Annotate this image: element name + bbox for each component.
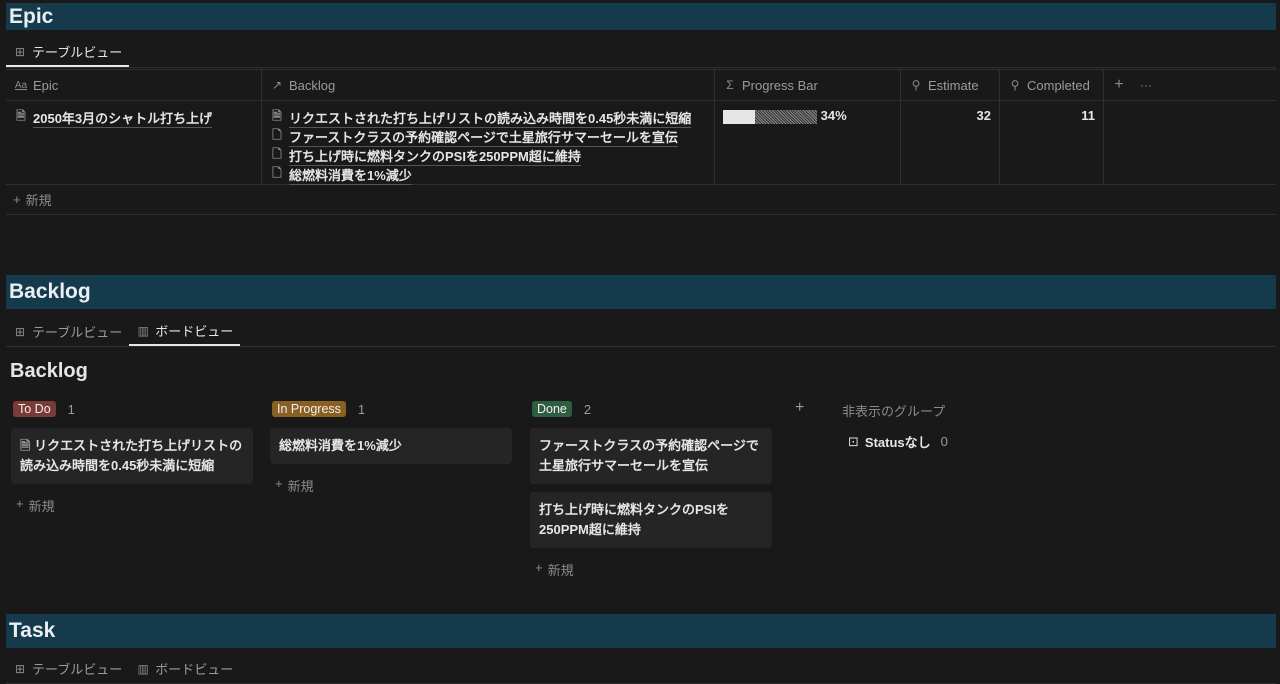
table-icon: ⊞	[14, 324, 26, 339]
board-column-todo: To Do 1 🗎 リクエストされた打ち上げリストの読み込み時間を0.45秒未満に…	[11, 398, 253, 515]
board-column-in-progress: In Progress 1 総燃料消費を1%減少 + 新規	[270, 398, 512, 495]
tab-task-table-view[interactable]: ⊞ テーブルビュー	[6, 654, 129, 683]
epic-link[interactable]: 🗎 2050年3月のシャトル打ち上げ	[14, 108, 253, 128]
inbox-icon: ⊡	[848, 433, 859, 449]
sigma-icon: Σ	[726, 78, 734, 92]
status-badge: To Do	[13, 401, 56, 417]
backlog-header: Backlog	[6, 275, 1276, 309]
board-card[interactable]: 🗎 リクエストされた打ち上げリストの読み込み時間を0.45秒未満に短縮	[11, 428, 253, 484]
backlog-link[interactable]: 🗋 打ち上げ時に燃料タンクのPSIを250PPM超に維持	[270, 146, 706, 166]
board-card[interactable]: ファーストクラスの予約確認ページで土星旅行サマーセールを宣伝	[530, 428, 772, 484]
page-icon: 🗋	[272, 128, 282, 142]
status-badge: In Progress	[272, 401, 346, 417]
completed-value: 11	[1000, 101, 1104, 184]
page-icon: 🗋	[272, 166, 282, 180]
backlog-link[interactable]: 🗋 ファーストクラスの予約確認ページで土星旅行サマーセールを宣伝	[270, 127, 706, 147]
board-title: Backlog	[10, 360, 88, 382]
tab-backlog-table-view[interactable]: ⊞ テーブルビュー	[6, 317, 129, 346]
add-column-icon[interactable]: +	[1112, 76, 1126, 93]
page-icon: 🗎	[20, 438, 35, 453]
board-icon: ▥	[137, 661, 149, 676]
column-header-epic[interactable]: Aa Epic	[6, 69, 262, 100]
column-header-progress[interactable]: Σ Progress Bar	[715, 69, 901, 100]
tab-backlog-board-view[interactable]: ▥ ボードビュー	[129, 317, 241, 346]
column-header-completed[interactable]: ⚲ Completed	[1000, 69, 1104, 100]
board-card[interactable]: 総燃料消費を1%減少	[270, 428, 512, 464]
status-badge: Done	[532, 401, 572, 417]
tab-task-board-view[interactable]: ▥ ボードビュー	[129, 654, 240, 683]
hidden-groups-label: 非表示のグループ	[842, 404, 946, 419]
column-header-estimate[interactable]: ⚲ Estimate	[901, 69, 1000, 100]
tab-epic-table-view[interactable]: ⊞ テーブルビュー	[6, 38, 130, 67]
new-row-button[interactable]: + 新規	[6, 185, 1276, 215]
epic-table: Aa Epic ↗ Backlog Σ Progress Bar ⚲ Estimate …	[6, 69, 1276, 215]
new-card-button[interactable]: + 新規	[270, 476, 512, 495]
page-icon: 🗋	[272, 147, 282, 161]
table-icon: ⊞	[14, 44, 26, 59]
progress-label: 34%	[820, 108, 847, 123]
search-icon: ⚲	[911, 78, 921, 92]
table-row[interactable]: 🗎 2050年3月のシャトル打ち上げ 🗎 リクエストされた打ち上げリストの読み込み時…	[6, 101, 1276, 185]
page-icon: 🗎	[272, 109, 282, 123]
page-icon: 🗎	[16, 109, 26, 123]
board-card[interactable]: 打ち上げ時に燃料タンクのPSIを250PPM超に維持	[530, 492, 772, 548]
relation-arrow-icon: ↗	[271, 78, 283, 92]
estimate-value: 32	[901, 101, 1000, 184]
column-header-backlog[interactable]: ↗ Backlog	[262, 69, 715, 100]
more-icon[interactable]: ···	[1139, 78, 1153, 92]
plus-icon: +	[13, 192, 21, 207]
text-icon: Aa	[14, 79, 28, 91]
backlog-link[interactable]: 🗎 リクエストされた打ち上げリストの読み込み時間を0.45秒未満に短縮	[270, 108, 706, 128]
table-icon: ⊞	[14, 661, 26, 676]
board-column-done: Done 2 ファーストクラスの予約確認ページで土星旅行サマーセールを宣伝 打ち上…	[530, 398, 772, 579]
new-card-button[interactable]: + 新規	[11, 496, 253, 515]
add-group-icon[interactable]: +	[795, 399, 804, 417]
board-icon: ▥	[137, 323, 149, 338]
search-icon: ⚲	[1010, 78, 1020, 92]
backlog-link[interactable]: 🗋 総燃料消費を1%減少	[270, 165, 706, 185]
epic-header: Epic	[6, 3, 1276, 30]
hidden-group-no-status[interactable]: ⊡ Statusなし 0	[848, 432, 948, 451]
progress-bar	[723, 109, 817, 124]
task-header: Task	[6, 614, 1276, 648]
new-card-button[interactable]: + 新規	[530, 560, 772, 579]
